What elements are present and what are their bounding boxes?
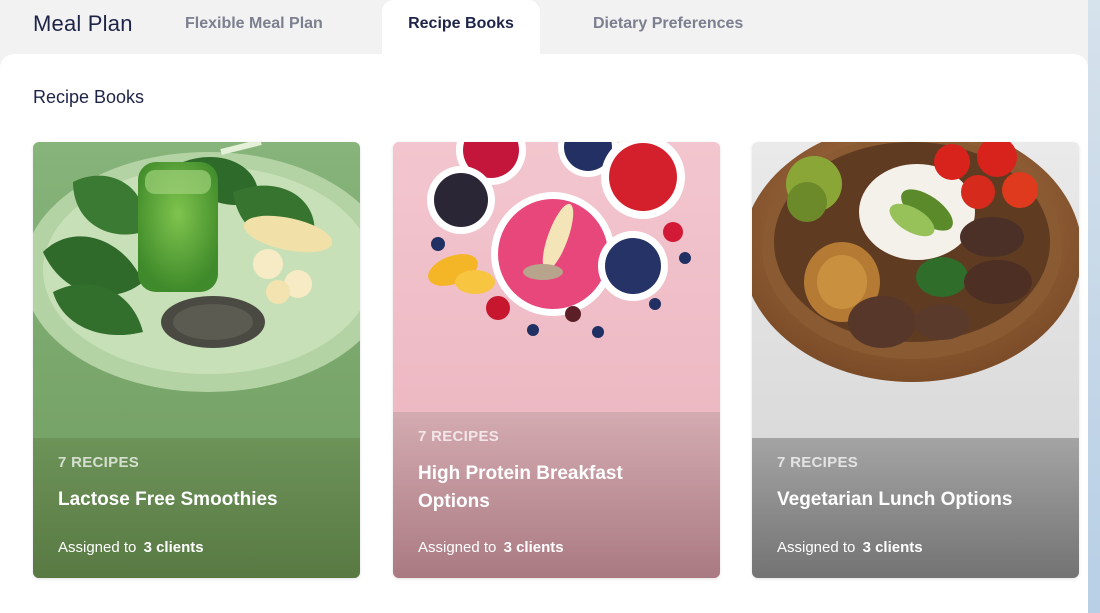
assigned-label: Assigned to <box>418 539 497 556</box>
assigned-count[interactable]: 3 clients <box>144 539 204 556</box>
recipe-book-name: Lactose Free Smoothies <box>58 489 278 510</box>
card-overlay: 7 RECIPES Lactose Free Smoothies Assigne… <box>33 438 360 578</box>
recipe-book-card-lactose-free-smoothies[interactable]: 7 RECIPES Lactose Free Smoothies Assigne… <box>33 142 360 578</box>
card-overlay: 7 RECIPES High Protein Breakfast Options… <box>393 412 720 578</box>
assigned-count[interactable]: 3 clients <box>504 539 564 556</box>
assigned-label: Assigned to <box>777 539 856 556</box>
assigned-count[interactable]: 3 clients <box>863 539 923 556</box>
assigned-label: Assigned to <box>58 539 137 556</box>
recipe-book-card-high-protein-breakfast[interactable]: 7 RECIPES High Protein Breakfast Options… <box>393 142 720 578</box>
assigned-clients: Assigned to 3 clients <box>777 539 923 556</box>
tab-flexible-meal-plan[interactable]: Flexible Meal Plan <box>185 0 323 54</box>
recipe-book-name: Vegetarian Lunch Options <box>777 489 1013 510</box>
tab-dietary-preferences[interactable]: Dietary Preferences <box>593 0 743 54</box>
page-title: Meal Plan <box>33 11 133 36</box>
assigned-clients: Assigned to 3 clients <box>58 539 204 556</box>
window-edge <box>1088 0 1100 613</box>
assigned-clients: Assigned to 3 clients <box>418 539 564 556</box>
top-navigation: Meal Plan Flexible Meal Plan Recipe Book… <box>0 0 1088 54</box>
recipe-count: 7 RECIPES <box>418 428 500 445</box>
meal-plan-app: Meal Plan Flexible Meal Plan Recipe Book… <box>0 0 1100 613</box>
recipe-count: 7 RECIPES <box>58 454 140 471</box>
section-title: Recipe Books <box>33 87 145 107</box>
recipe-count: 7 RECIPES <box>777 454 859 471</box>
recipe-book-name: High Protein Breakfast Options <box>418 463 623 512</box>
main-content: Recipe Books 7 RECIPES Lactose Free Smoo… <box>0 54 1088 613</box>
card-overlay: 7 RECIPES Vegetarian Lunch Options Assig… <box>752 438 1079 578</box>
tab-recipe-books[interactable]: Recipe Books <box>382 0 540 54</box>
recipe-book-card-vegetarian-lunch[interactable]: 7 RECIPES Vegetarian Lunch Options Assig… <box>752 142 1079 578</box>
